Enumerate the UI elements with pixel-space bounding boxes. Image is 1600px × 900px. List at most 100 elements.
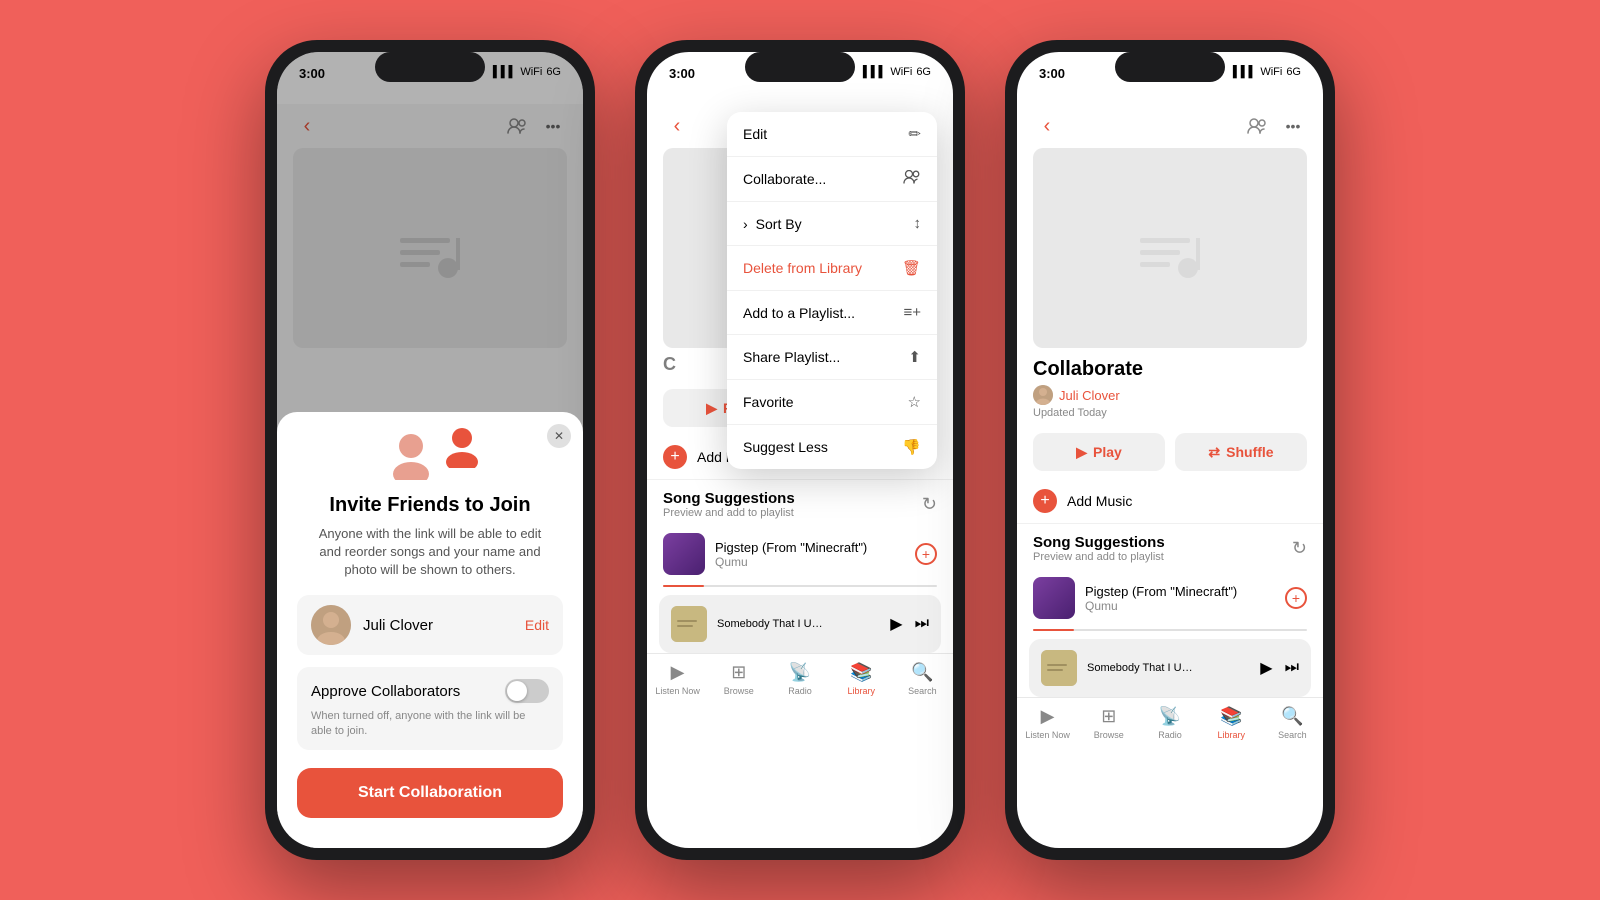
mini-play-icon-2[interactable]: ▶ — [890, 614, 902, 634]
tab-listen-label-3: Listen Now — [1025, 730, 1070, 740]
approve-label: Approve Collaborators — [311, 679, 549, 703]
album-art-area-3 — [1017, 148, 1323, 348]
song-artist-pigstep-3: Qumu — [1085, 599, 1275, 613]
action-buttons-3: ▶ Play ⇄ Shuffle — [1017, 425, 1323, 479]
tab-listen-now-3[interactable]: ▶ Listen Now — [1017, 706, 1078, 740]
dynamic-island-2 — [745, 52, 855, 82]
shuffle-button-3[interactable]: ⇄ Shuffle — [1175, 433, 1307, 471]
play-button-3[interactable]: ▶ Play — [1033, 433, 1165, 471]
tab-radio-icon-2: 📡 — [789, 662, 811, 683]
song-add-button-pigstep-2[interactable]: + — [915, 543, 937, 565]
tab-browse-2[interactable]: ⊞ Browse — [708, 662, 769, 696]
mini-controls-2: ▶ ⏭ — [890, 614, 929, 634]
battery-icon-3: 6G — [1286, 66, 1301, 78]
tab-search-2[interactable]: 🔍 Search — [892, 662, 953, 696]
menu-edit[interactable]: Edit ✏ — [727, 112, 937, 157]
suggestions-subtitle-3: Preview and add to playlist — [1033, 551, 1165, 563]
mini-title-2: Somebody That I Used to Know ( — [717, 618, 827, 630]
menu-share-label: Share Playlist... — [743, 349, 840, 365]
song-title-pigstep-2: Pigstep (From "Minecraft") — [715, 540, 905, 555]
phone-3: 3:00 ▌▌▌ WiFi 6G ‹ ••• — [1005, 40, 1335, 860]
menu-add-playlist[interactable]: Add to a Playlist... ≡+ — [727, 291, 937, 335]
more-icon-3[interactable]: ••• — [1279, 112, 1307, 140]
menu-favorite[interactable]: Favorite ☆ — [727, 380, 937, 425]
star-icon: ☆ — [908, 393, 921, 411]
song-thumb-pigstep-2 — [663, 533, 705, 575]
mini-player-2[interactable]: Somebody That I Used to Know ( ▶ ⏭ — [659, 595, 941, 653]
modal-close-button[interactable]: ✕ — [547, 424, 571, 448]
progress-bar-2 — [663, 585, 937, 587]
suggest-less-icon: 👎 — [902, 438, 921, 456]
sort-by-container: › Sort By — [743, 216, 802, 232]
wifi-icon-2: WiFi — [890, 66, 912, 78]
tab-library-2[interactable]: 📚 Library — [831, 662, 892, 696]
tab-search-label-3: Search — [1278, 730, 1307, 740]
tab-library-3[interactable]: 📚 Library — [1201, 706, 1262, 740]
suggestions-section-3: Song Suggestions Preview and add to play… — [1017, 524, 1323, 569]
nav-bar-3: ‹ ••• — [1017, 104, 1323, 148]
refresh-icon-3[interactable]: ↻ — [1292, 538, 1307, 559]
tab-browse-3[interactable]: ⊞ Browse — [1078, 706, 1139, 740]
status-time-3: 3:00 — [1039, 66, 1065, 81]
progress-bar-3 — [1033, 629, 1307, 631]
song-title-pigstep-3: Pigstep (From "Minecraft") — [1085, 584, 1275, 599]
nav-right-3: ••• — [1243, 112, 1307, 140]
share-icon: ⬆ — [908, 348, 921, 366]
mini-title-3: Somebody That I Used to Know ( — [1087, 662, 1197, 674]
collaborate-people-icon — [903, 170, 921, 188]
menu-collaborate[interactable]: Collaborate... — [727, 157, 937, 202]
tab-listen-label-2: Listen Now — [655, 686, 700, 696]
tab-radio-3[interactable]: 📡 Radio — [1139, 706, 1200, 740]
tab-library-icon-3: 📚 — [1220, 706, 1242, 727]
tab-listen-now-2[interactable]: ▶ Listen Now — [647, 662, 708, 696]
mini-play-icon-3[interactable]: ▶ — [1260, 658, 1272, 678]
tab-library-label-2: Library — [847, 686, 875, 696]
mini-skip-icon-3[interactable]: ⏭ — [1285, 659, 1299, 677]
start-collaboration-button[interactable]: Start Collaboration — [297, 768, 563, 818]
tab-search-3[interactable]: 🔍 Search — [1262, 706, 1323, 740]
mini-info-2: Somebody That I Used to Know ( — [717, 618, 880, 630]
dynamic-island-1 — [375, 52, 485, 82]
suggestions-header-3: Song Suggestions Preview and add to play… — [1033, 534, 1307, 563]
suggestions-title-2: Song Suggestions — [663, 490, 795, 507]
modal-overlay: ✕ Invite Friends to Join Anyon — [277, 52, 583, 848]
user-avatar — [311, 605, 351, 645]
tab-bar-2: ▶ Listen Now ⊞ Browse 📡 Radio 📚 Library … — [647, 653, 953, 725]
menu-sort-by[interactable]: › Sort By ↕ — [727, 202, 937, 246]
mini-skip-icon-2[interactable]: ⏭ — [915, 615, 929, 633]
mini-player-3[interactable]: Somebody That I Used to Know ( ▶ ⏭ — [1029, 639, 1311, 697]
tab-radio-label-2: Radio — [788, 686, 812, 696]
back-button-2[interactable]: ‹ — [663, 112, 691, 140]
menu-share[interactable]: Share Playlist... ⬆ — [727, 335, 937, 380]
dropdown-menu: Edit ✏ Collaborate... › Sort By — [727, 112, 937, 469]
shuffle-label-3: Shuffle — [1226, 444, 1273, 460]
menu-delete[interactable]: Delete from Library 🗑 — [727, 246, 937, 291]
menu-favorite-label: Favorite — [743, 394, 794, 410]
mini-info-3: Somebody That I Used to Know ( — [1087, 662, 1250, 674]
playlist-author-3: Juli Clover — [1059, 388, 1120, 403]
playlist-date-3: Updated Today — [1033, 407, 1307, 419]
trash-icon: 🗑 — [902, 259, 921, 277]
toggle-thumb — [507, 681, 527, 701]
collaborate-icon-3[interactable] — [1243, 112, 1271, 140]
song-row-pigstep-2: Pigstep (From "Minecraft") Qumu + — [647, 525, 953, 583]
edit-button[interactable]: Edit — [525, 617, 549, 633]
tab-radio-2[interactable]: 📡 Radio — [769, 662, 830, 696]
invite-modal: ✕ Invite Friends to Join Anyon — [277, 412, 583, 848]
menu-delete-label: Delete from Library — [743, 260, 862, 276]
back-button-3[interactable]: ‹ — [1033, 112, 1061, 140]
shuffle-icon-3: ⇄ — [1208, 444, 1220, 461]
modal-description: Anyone with the link will be able to edi… — [297, 525, 563, 580]
approve-toggle[interactable] — [505, 679, 549, 703]
dynamic-island-3 — [1115, 52, 1225, 82]
song-add-button-pigstep-3[interactable]: + — [1285, 587, 1307, 609]
mini-thumb-3 — [1041, 650, 1077, 686]
approve-text: Approve Collaborators — [311, 683, 460, 700]
refresh-icon-2[interactable]: ↻ — [922, 494, 937, 515]
suggestions-header-2: Song Suggestions Preview and add to play… — [663, 490, 937, 519]
progress-fill-2 — [663, 585, 704, 587]
play-label-3: Play — [1093, 444, 1122, 460]
person-icon-left — [390, 432, 432, 480]
add-music-row-3[interactable]: + Add Music — [1017, 479, 1323, 524]
menu-suggest-less[interactable]: Suggest Less 👎 — [727, 425, 937, 469]
